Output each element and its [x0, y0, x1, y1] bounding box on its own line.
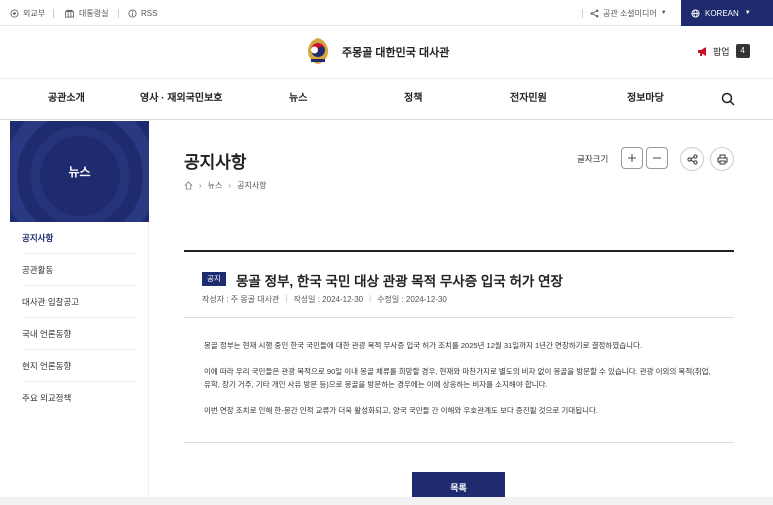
- font-increase-button[interactable]: [621, 147, 643, 169]
- divider: [582, 9, 583, 18]
- share-button[interactable]: [680, 147, 704, 171]
- divider: |: [285, 294, 288, 303]
- article-paragraph: 이에 따라 우리 국민들은 관광 목적으로 90일 이내 몽골 체류를 희망할 …: [204, 367, 711, 389]
- mofa-link[interactable]: 외교부: [10, 0, 45, 26]
- megaphone-icon: [698, 46, 706, 56]
- share-icon: [590, 9, 599, 17]
- print-button[interactable]: [710, 147, 734, 171]
- mofa-logo-icon: [10, 8, 19, 18]
- article-top-border: [184, 250, 734, 252]
- social-media-label: 공관 소셜미디어: [603, 8, 657, 18]
- popup-count-badge: 4: [735, 44, 750, 58]
- site-title[interactable]: 주몽골 대한민국 대사관: [342, 44, 449, 60]
- rss-link[interactable]: RSS: [128, 0, 157, 26]
- font-decrease-button[interactable]: [646, 147, 668, 169]
- divider: [53, 9, 54, 18]
- article-created-date: 작성일 : 2024-12-30: [293, 295, 364, 304]
- divider: [184, 317, 734, 318]
- article-paragraph: 이번 연장 조치로 인해 한-몽간 인적 교류가 더욱 활성화되고, 양국 국민…: [204, 406, 598, 415]
- main-navigation: 공관소개 영사 · 재외국민보호 뉴스 정책 전자민원 정보마당: [0, 78, 773, 120]
- printer-icon: [717, 154, 727, 164]
- nav-item-about[interactable]: 공관소개: [48, 79, 85, 119]
- sidebar-item-diplomatic-policy[interactable]: 주요 외교정책: [22, 382, 137, 414]
- rss-link-label: RSS: [141, 8, 158, 18]
- nav-item-e-civil[interactable]: 전자민원: [510, 79, 547, 119]
- president-office-icon: [65, 9, 74, 18]
- divider: |: [369, 294, 372, 303]
- social-media-dropdown[interactable]: 공관 소셜미디어 ▼: [582, 0, 667, 26]
- popup-label: 팝업: [713, 46, 730, 57]
- sidebar-item-domestic-press[interactable]: 국내 언론동향: [22, 318, 137, 350]
- sidebar-item-local-press[interactable]: 현지 언론동향: [22, 350, 137, 382]
- globe-icon: [691, 8, 700, 18]
- embassy-emblem-icon: [308, 38, 328, 64]
- sidebar-item-bids[interactable]: 대사관 입찰공고: [22, 286, 137, 318]
- divider: [118, 9, 119, 18]
- nav-item-info[interactable]: 정보마당: [627, 79, 664, 119]
- plus-icon: [628, 154, 636, 162]
- minus-icon: [653, 157, 661, 159]
- president-office-link-label: 대통령실: [79, 8, 109, 18]
- footer-strip: [0, 497, 773, 505]
- popup-button[interactable]: 팝업 4: [697, 44, 750, 58]
- page-title: 공지사항: [184, 153, 247, 172]
- chevron-down-icon: ▼: [744, 10, 751, 16]
- mofa-link-label: 외교부: [23, 8, 46, 18]
- breadcrumb-news[interactable]: 뉴스: [208, 180, 223, 191]
- home-icon[interactable]: [184, 181, 193, 190]
- language-selector[interactable]: KOREAN ▼: [681, 0, 773, 26]
- sidebar-item-activities[interactable]: 공관활동: [22, 254, 137, 286]
- nav-item-news[interactable]: 뉴스: [289, 79, 307, 119]
- article-bottom-border: [184, 442, 734, 443]
- chevron-right-icon: ›: [228, 181, 232, 190]
- nav-item-policy[interactable]: 정책: [404, 79, 422, 119]
- sidebar-header: 뉴스: [10, 121, 149, 222]
- article-modified-date: 수정일 : 2024-12-30: [377, 295, 447, 304]
- font-size-label: 글자크기: [577, 154, 609, 164]
- share-icon: [686, 153, 698, 165]
- breadcrumb-current: 공지사항: [237, 181, 267, 190]
- search-icon[interactable]: [721, 92, 735, 106]
- article-meta: 작성자 : 주 몽골 대사관 | 작성일 : 2024-12-30 | 수정일 …: [202, 294, 447, 305]
- info-icon: [128, 8, 137, 18]
- nav-item-consular[interactable]: 영사 · 재외국민보호: [140, 79, 223, 119]
- sidebar-item-notices[interactable]: 공지사항: [22, 222, 137, 254]
- article-author: 작성자 : 주 몽골 대사관: [202, 295, 280, 304]
- language-label: KOREAN: [705, 8, 739, 18]
- article-paragraph: 몽골 정부는 현재 시행 중인 한국 국민들에 대한 관광 목적 무사증 입국 …: [204, 341, 643, 350]
- sidebar-title: 뉴스: [68, 165, 91, 179]
- breadcrumb: › 뉴스 › 공지사항: [184, 180, 267, 191]
- president-office-link[interactable]: 대통령실: [64, 0, 108, 26]
- article-title: 몽골 정부, 한국 국민 대상 관광 목적 무사증 입국 허가 연장: [236, 274, 563, 289]
- sidebar-menu: 공지사항 공관활동 대사관 입찰공고 국내 언론동향 현지 언론동향 주요 외교…: [10, 222, 149, 505]
- notice-badge: 공지: [202, 272, 226, 286]
- utility-bar: 외교부 대통령실 RSS 공관 소셜미디어 ▼ KOREAN ▼: [0, 0, 773, 26]
- chevron-down-icon: ▼: [660, 10, 667, 16]
- chevron-right-icon: ›: [199, 181, 202, 190]
